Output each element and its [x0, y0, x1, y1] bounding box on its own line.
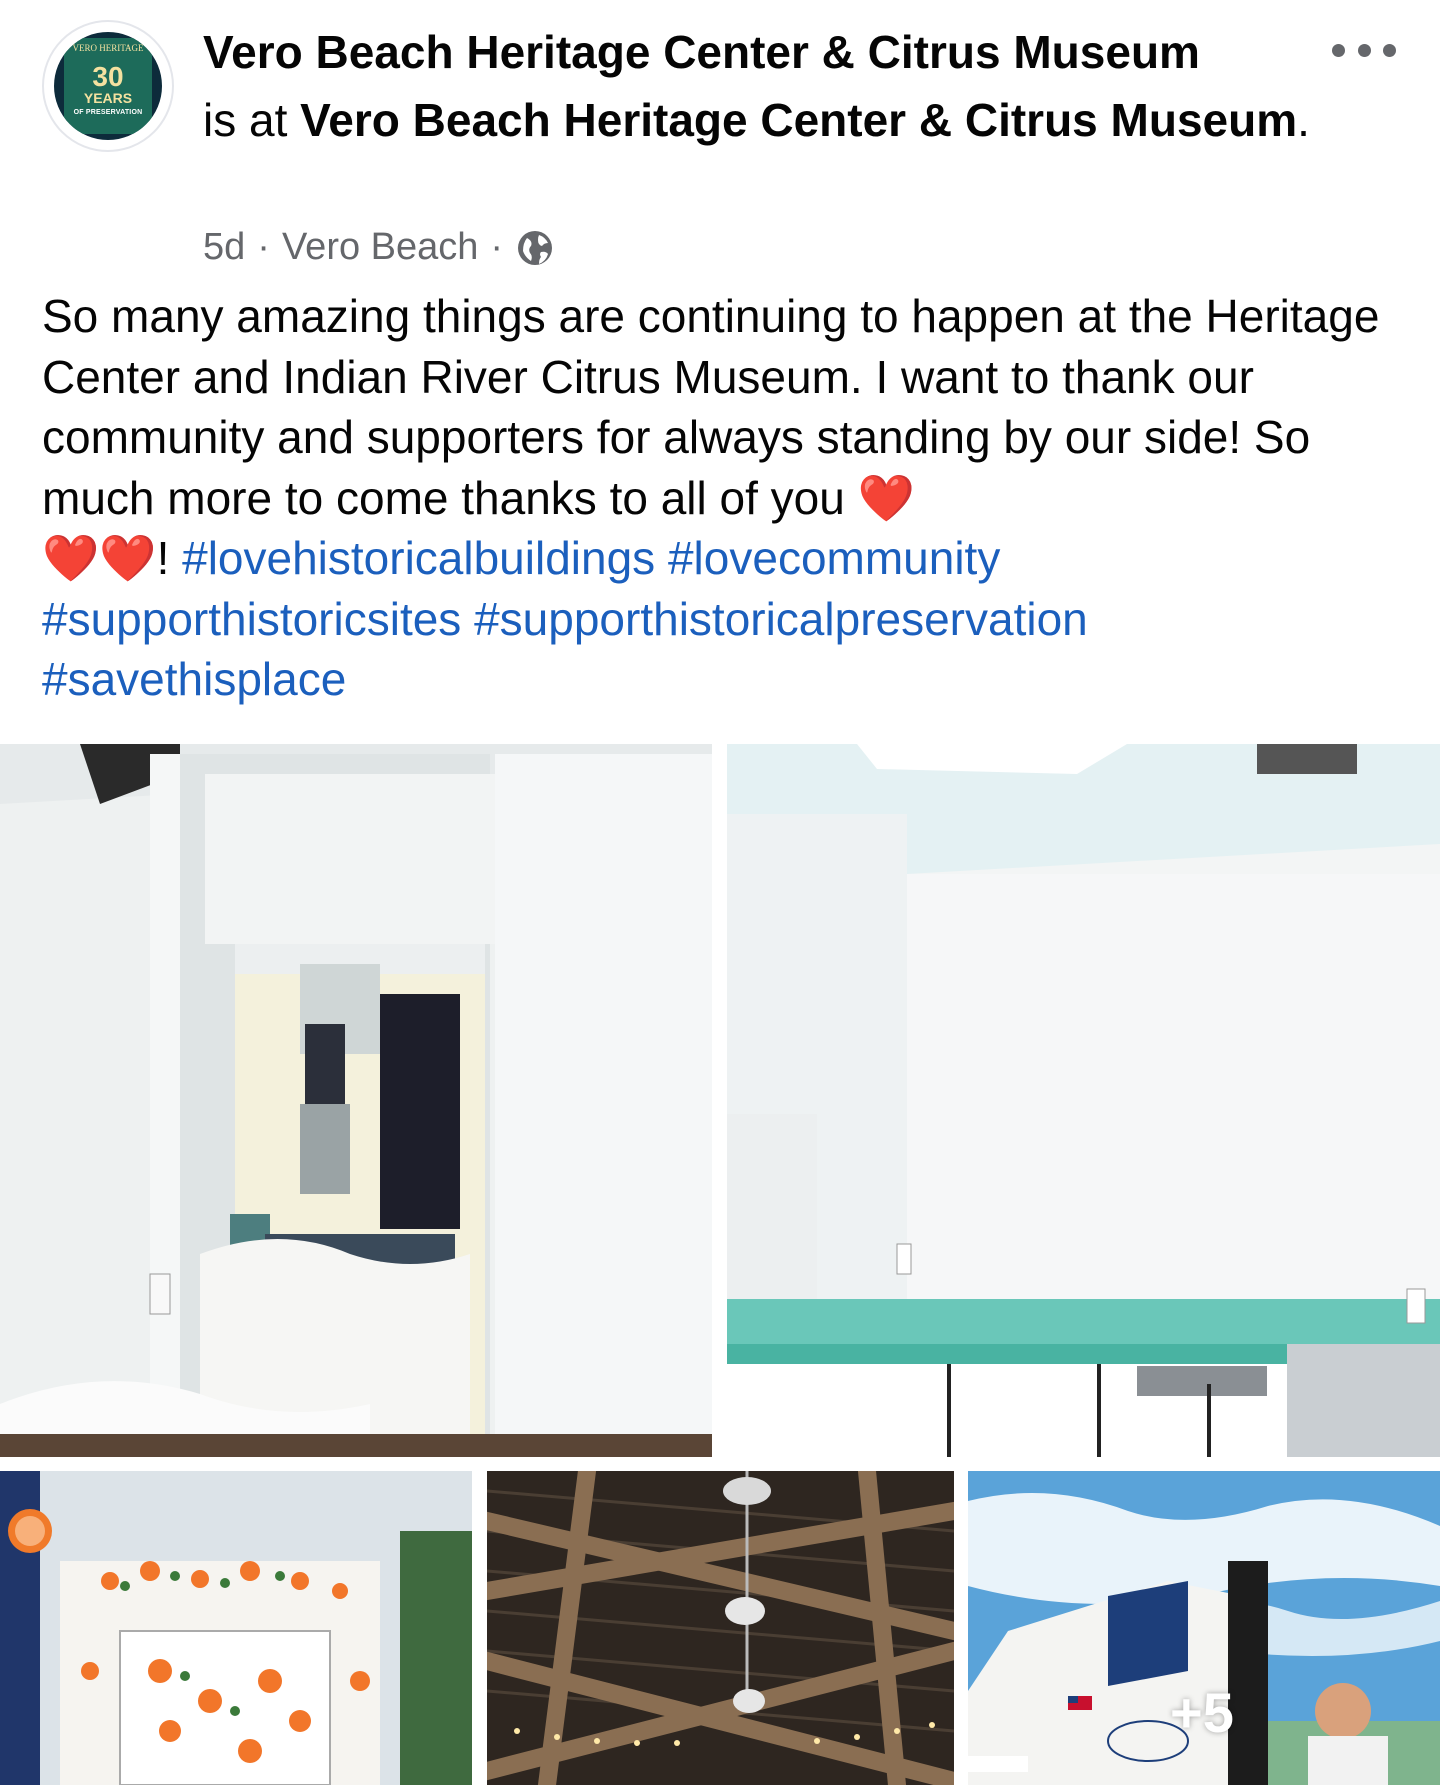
page-avatar[interactable]: VERO HERITAGE 30 YEARS OF PRESERVATION: [42, 20, 174, 152]
dot: [1357, 43, 1371, 57]
hashtag-link[interactable]: #supporthistoricalpreservation: [474, 593, 1088, 645]
logo-number: 30: [92, 61, 124, 92]
meta-separator: ·: [490, 226, 504, 268]
header-period: .: [1297, 94, 1310, 146]
logo-card: VERO HERITAGE 30 YEARS OF PRESERVATION: [64, 38, 152, 134]
photo-doorway-painter[interactable]: [0, 744, 712, 1457]
logo-subtitle: OF PRESERVATION: [73, 109, 143, 116]
post-meta: 5d · Vero Beach ·: [203, 226, 555, 269]
hashtag-link[interactable]: #savethisplace: [42, 653, 346, 705]
post-text: So many amazing things are continuing to…: [42, 290, 1380, 524]
dot: [1383, 43, 1396, 57]
logo-top-text: VERO HERITAGE: [72, 43, 144, 53]
hashtag-link[interactable]: #lovehistoricalbuildings: [182, 532, 655, 584]
logo-years: YEARS: [83, 90, 133, 106]
more-horizontal-icon[interactable]: [1332, 30, 1396, 70]
post-place[interactable]: Vero Beach: [282, 226, 478, 269]
heart-emoji: ❤️: [99, 532, 157, 584]
photo-citrus-hutch[interactable]: [0, 1471, 472, 1785]
dot: [1332, 43, 1345, 57]
hashtag-link[interactable]: #supporthistoricsites: [42, 593, 461, 645]
heart-emoji: ❤️: [857, 471, 915, 524]
hashtag-link[interactable]: #lovecommunity: [668, 532, 1000, 584]
more-photos-count[interactable]: +5: [1170, 1680, 1234, 1745]
exclaim: !: [156, 532, 183, 584]
post-body: So many amazing things are continuing to…: [42, 286, 1412, 710]
post-header: Vero Beach Heritage Center & Citrus Muse…: [203, 18, 1313, 154]
page-name-link[interactable]: Vero Beach Heritage Center & Citrus Muse…: [203, 26, 1200, 78]
heart-emoji: ❤️: [42, 532, 100, 584]
post-time[interactable]: 5d: [203, 226, 245, 269]
photo-ceiling-beams[interactable]: [487, 1471, 954, 1785]
is-at-text: is at: [203, 94, 288, 146]
meta-separator: ·: [257, 226, 270, 268]
heritage-logo: VERO HERITAGE 30 YEARS OF PRESERVATION: [54, 32, 162, 140]
facebook-post: VERO HERITAGE 30 YEARS OF PRESERVATION V…: [0, 0, 1440, 1785]
globe-icon[interactable]: [515, 228, 555, 268]
photo-kitchen[interactable]: [727, 744, 1440, 1457]
location-link[interactable]: Vero Beach Heritage Center & Citrus Muse…: [300, 94, 1297, 146]
